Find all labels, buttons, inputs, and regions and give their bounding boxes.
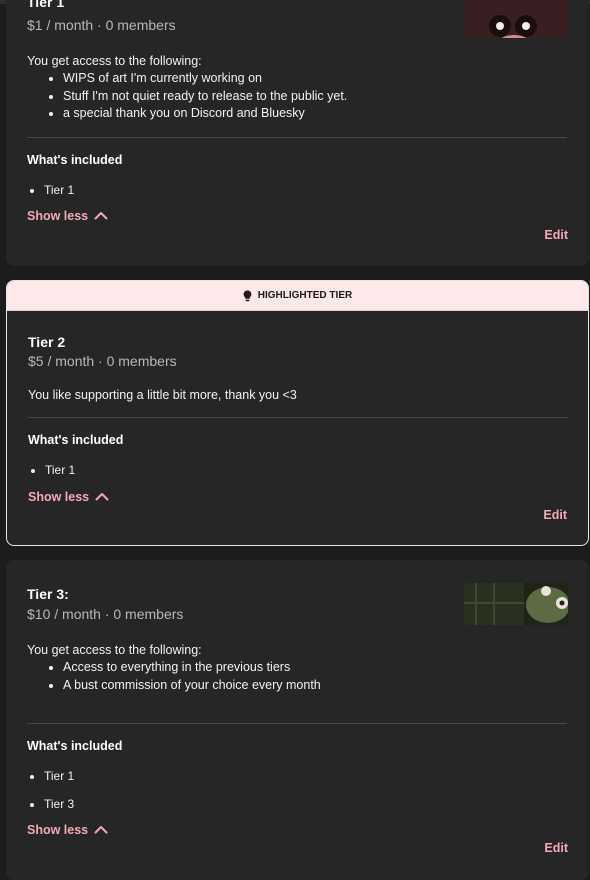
included-list: Tier 1 Tier 3 xyxy=(27,768,74,824)
show-less-label: Show less xyxy=(27,823,89,837)
tier-price: $5 / month · 0 members xyxy=(28,353,177,369)
included-list: Tier 1 xyxy=(28,462,75,490)
chevron-up-icon xyxy=(94,823,108,837)
tier-image xyxy=(464,583,568,625)
benefit-item: WIPS of art I'm currently working on xyxy=(63,70,569,88)
tier-card-2: HIGHLIGHTED TIER Tier 2 $5 / month · 0 m… xyxy=(6,280,589,546)
benefit-item: Access to everything in the previous tie… xyxy=(63,659,569,677)
show-less-label: Show less xyxy=(28,490,90,504)
included-item: Tier 3 xyxy=(44,796,74,824)
tier-description: You get access to the following: WIPS of… xyxy=(27,53,569,123)
included-item: Tier 1 xyxy=(45,462,75,490)
divider xyxy=(28,417,568,418)
show-less-label: Show less xyxy=(27,209,89,223)
benefit-item: A bust commission of your choice every m… xyxy=(63,677,569,695)
included-item: Tier 1 xyxy=(44,182,74,210)
tier-title: Tier 1 xyxy=(27,0,65,10)
show-less-button[interactable]: Show less xyxy=(27,209,108,223)
included-item: Tier 1 xyxy=(44,768,74,796)
benefits-list: Access to everything in the previous tie… xyxy=(27,659,569,694)
tier-price: $1 / month · 0 members xyxy=(27,17,176,33)
show-less-button[interactable]: Show less xyxy=(27,823,108,837)
whats-included-title: What's included xyxy=(27,153,123,167)
tier-description: You get access to the following: Access … xyxy=(27,642,569,694)
benefit-item: Stuff I'm not quiet ready to release to … xyxy=(63,88,569,106)
included-list: Tier 1 xyxy=(27,182,74,210)
highlighted-tier-banner: HIGHLIGHTED TIER xyxy=(7,281,588,311)
tier-image xyxy=(464,0,568,38)
description-intro: You get access to the following: xyxy=(27,54,202,68)
tier-price: $10 / month · 0 members xyxy=(27,606,184,622)
lightbulb-icon xyxy=(243,290,252,302)
banner-label: HIGHLIGHTED TIER xyxy=(257,290,353,301)
show-less-button[interactable]: Show less xyxy=(28,490,109,504)
divider xyxy=(27,723,567,724)
tier-title: Tier 2 xyxy=(28,334,66,350)
tier-description: You like supporting a little bit more, t… xyxy=(28,388,297,402)
whats-included-title: What's included xyxy=(28,433,124,447)
tier-title: Tier 3: xyxy=(27,586,69,602)
benefits-list: WIPS of art I'm currently working on Stu… xyxy=(27,70,569,123)
edit-button[interactable]: Edit xyxy=(544,228,568,242)
tier-card-3: Tier 3: $10 / month · 0 members You get … xyxy=(6,560,589,880)
chevron-up-icon xyxy=(94,209,108,223)
benefit-item: a special thank you on Discord and Blues… xyxy=(63,105,569,123)
whats-included-title: What's included xyxy=(27,739,123,753)
edit-button[interactable]: Edit xyxy=(543,508,567,522)
description-intro: You get access to the following: xyxy=(27,643,202,657)
divider xyxy=(27,137,567,138)
tier-card-1: Tier 1 $1 / month · 0 members You get ac… xyxy=(6,0,589,266)
edit-button[interactable]: Edit xyxy=(544,841,568,855)
chevron-up-icon xyxy=(95,490,109,504)
